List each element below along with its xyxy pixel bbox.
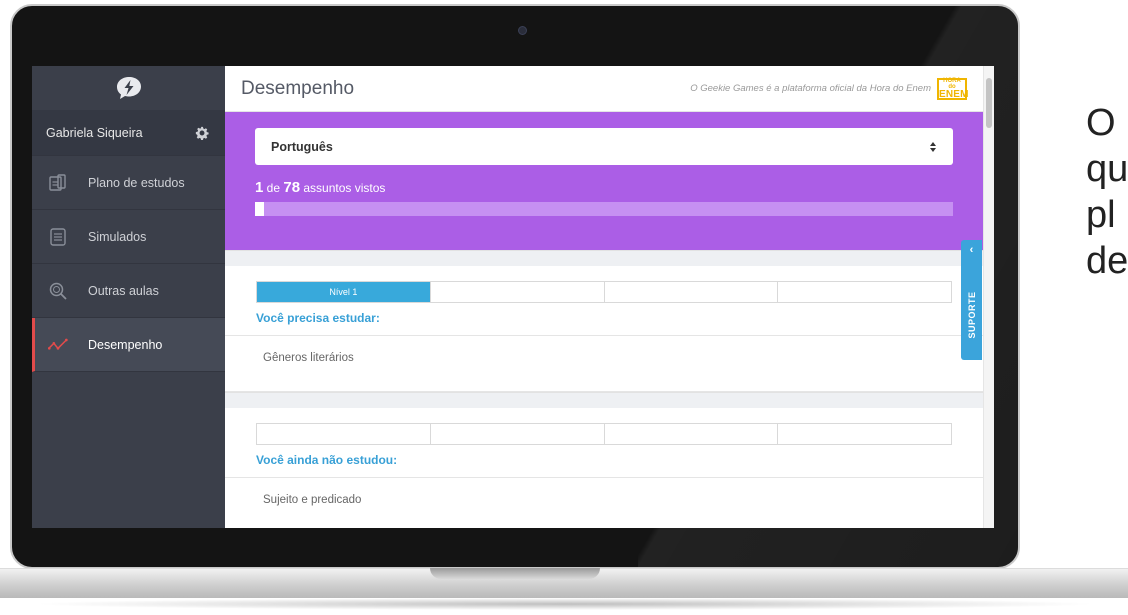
level-segment [778, 424, 951, 444]
user-profile[interactable]: Gabriela Siqueira [32, 110, 225, 156]
level-segment [257, 424, 431, 444]
section-heading: Você precisa estudar: [256, 311, 380, 325]
side-caption: O qu pl de [1086, 102, 1128, 282]
subject-select[interactable]: Português [255, 128, 953, 165]
subject-select-value: Português [271, 139, 333, 154]
sidebar-item-label: Plano de estudos [88, 175, 185, 190]
subject-panel: Português 1 de 78 assuntos vistos [225, 112, 983, 250]
chevron-left-icon: ‹ [969, 244, 974, 256]
user-name: Gabriela Siqueira [46, 125, 143, 140]
study-plan-icon [48, 173, 68, 193]
sidebar-item-label: Desempenho [88, 337, 163, 352]
section-precisa-estudar: Nível 1 Você precisa estudar: Gêneros li… [225, 281, 983, 392]
topic-item[interactable]: Sujeito e predicado [225, 477, 983, 528]
header: Desempenho O Geekie Games é a plataforma… [225, 66, 983, 112]
level-segment: Nível 1 [257, 282, 431, 302]
platform-tagline: O Geekie Games é a plataforma oficial da… [690, 83, 931, 94]
laptop-notch [430, 568, 600, 579]
progress-bar [255, 202, 953, 216]
level-bar [256, 423, 952, 445]
sidebar: Gabriela Siqueira Plano de estudos Simul… [32, 66, 225, 528]
progress-fill [255, 202, 264, 216]
lightning-bubble-icon [116, 77, 141, 99]
scrollbar[interactable] [983, 66, 994, 528]
progress-total: 78 [283, 179, 301, 196]
webcam [518, 26, 527, 35]
performance-chart-icon [48, 335, 68, 355]
gear-icon[interactable] [195, 126, 209, 140]
level-segment [431, 282, 605, 302]
level-bar: Nível 1 [256, 281, 952, 303]
sidebar-item-outras-aulas[interactable]: Outras aulas [32, 264, 225, 318]
section-heading: Você ainda não estudou: [256, 453, 398, 467]
main-content: Desempenho O Geekie Games é a plataforma… [225, 66, 983, 528]
app-logo[interactable] [32, 66, 225, 110]
section-ainda-nao-estudou: Você ainda não estudou: Sujeito e predic… [225, 423, 983, 528]
topic-item[interactable]: Gêneros literários [225, 335, 983, 391]
sidebar-item-plano-de-estudos[interactable]: Plano de estudos [32, 156, 225, 210]
level-segment [605, 282, 779, 302]
page-title: Desempenho [241, 77, 355, 99]
app-screen: Gabriela Siqueira Plano de estudos Simul… [32, 66, 994, 528]
exam-list-icon [48, 227, 68, 247]
sidebar-item-simulados[interactable]: Simulados [32, 210, 225, 264]
hora-do-enem-logo: HORA do ENEM [937, 77, 969, 100]
level-segment [431, 424, 605, 444]
search-icon [48, 281, 68, 301]
sidebar-item-label: Outras aulas [88, 283, 159, 298]
sidebar-item-label: Simulados [88, 229, 147, 244]
support-tab-label: SUPORTE [967, 291, 977, 339]
sidebar-item-desempenho[interactable]: Desempenho [32, 318, 225, 372]
level-segment [778, 282, 951, 302]
scrollbar-thumb[interactable] [986, 78, 992, 128]
level-segment [605, 424, 779, 444]
sort-arrows-icon [930, 141, 936, 152]
progress-text: 1 de 78 assuntos vistos [255, 179, 386, 196]
support-tab[interactable]: ‹ SUPORTE [961, 240, 982, 360]
